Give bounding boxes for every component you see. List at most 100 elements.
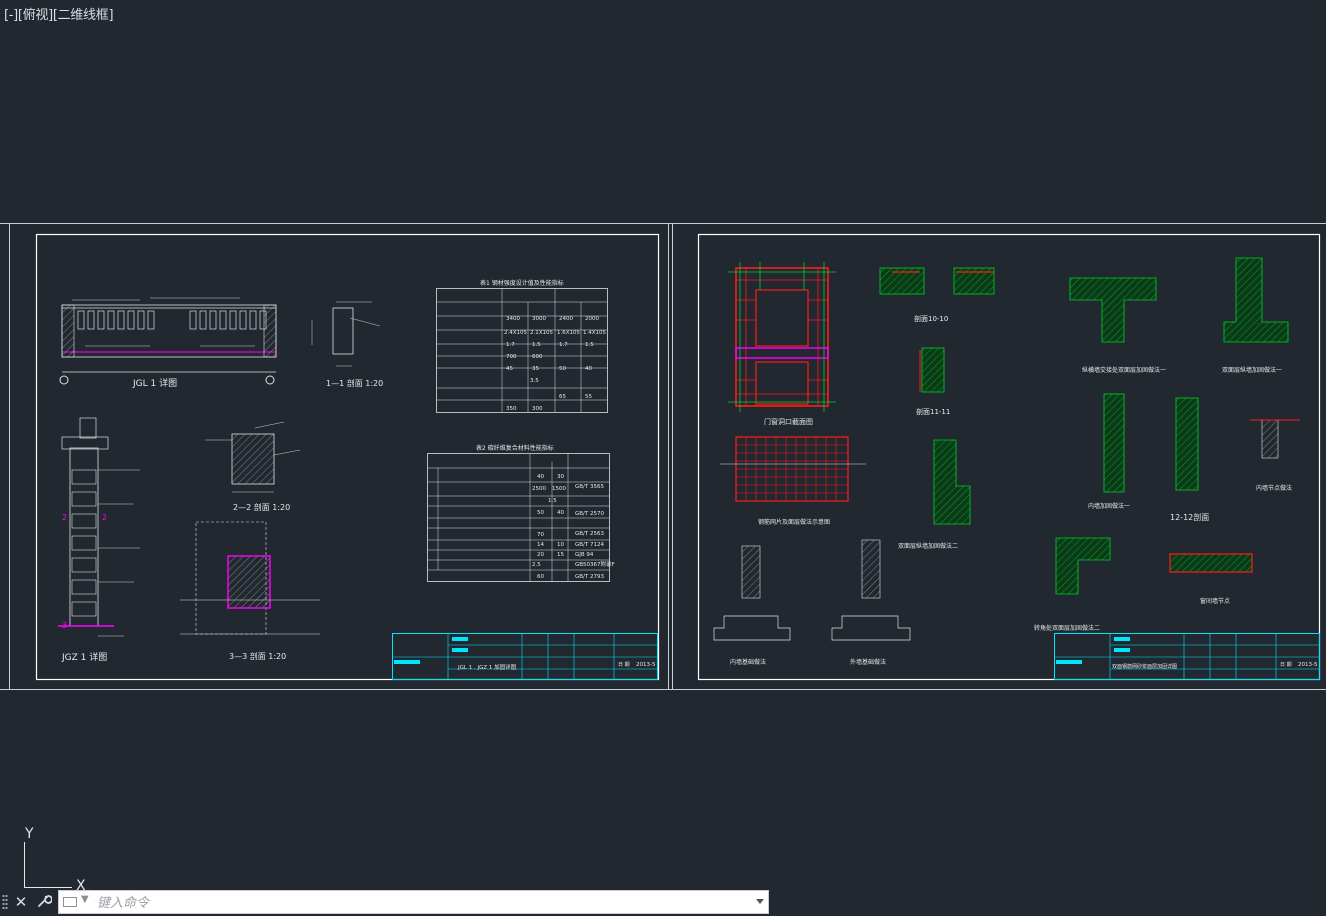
command-history-toggle[interactable]: [756, 899, 764, 904]
svg-text:1.7: 1.7: [559, 342, 568, 348]
outer-wall-foundation: 外墙基础做法: [831, 539, 911, 666]
svg-text:20: 20: [537, 552, 544, 558]
jgz1-detail: 2 2 3 JGZ 1 详图: [58, 417, 140, 663]
table-1: 表1 钢材强度设计值及性能指标 3400 3000 2400 2000 2.4X105…: [436, 279, 608, 413]
table-2-title: 表2 碳纤维复合材料性能指标: [476, 444, 554, 452]
svg-text:GB/T 2570: GB/T 2570: [575, 511, 604, 517]
svg-text:GB/T 3565: GB/T 3565: [575, 484, 604, 490]
svg-text:1.5: 1.5: [532, 342, 541, 348]
svg-text:GB/T 2793: GB/T 2793: [575, 574, 604, 580]
section-12-12: 12-12剖面: [1170, 397, 1209, 522]
svg-text:GB/T 7124: GB/T 7124: [575, 542, 604, 548]
wall-node-detail: 内墙节点做法: [1250, 419, 1300, 492]
svg-text:45: 45: [506, 366, 513, 372]
inner-wall-foundation-title: 内墙基础做法: [730, 658, 766, 666]
window-wall-node-title: 窗间墙节点: [1200, 597, 1230, 605]
title-block-1-drawing-name: JGL 1 . JGZ 1 加固详图: [457, 663, 517, 671]
svg-text:30: 30: [557, 474, 564, 480]
svg-text:GJB 94: GJB 94: [575, 552, 594, 558]
model-space-drawing[interactable]: JGL 1 详图 1—1 剖面 1:20 2 2 3 JGZ 1 详图 2—2 …: [0, 0, 1326, 916]
section-11-11-title: 剖面11-11: [916, 407, 950, 416]
mesh-panel-detail: 钢筋网片及面层做法示意图: [720, 436, 866, 526]
mesh-panel-title: 钢筋网片及面层做法示意图: [758, 518, 830, 526]
svg-text:1.7: 1.7: [506, 342, 515, 348]
svg-text:1.5: 1.5: [585, 342, 594, 348]
t-junction-1-title: 纵横墙交接处双面层加固做法一: [1082, 366, 1166, 374]
title-block-1-date-label: 日 期: [618, 662, 630, 668]
t-junction-2-title: 双面层纵墙加固做法一: [1222, 366, 1282, 374]
section-2-2: 2—2 剖面 1:20: [205, 421, 301, 512]
svg-text:3400: 3400: [506, 316, 520, 322]
svg-text:55: 55: [585, 394, 592, 400]
title-block-2: 双面钢筋网砂浆面层加固详图 日 期 2013-5: [1054, 633, 1320, 680]
command-prompt-icon[interactable]: [63, 897, 77, 907]
inner-wall-vertical-title: 内墙加固做法一: [1088, 502, 1130, 510]
double-layer-method-2: 双面层纵墙加固做法二: [898, 439, 971, 550]
close-icon[interactable]: ✕: [11, 892, 31, 912]
svg-text:14: 14: [537, 542, 544, 548]
sheet-1-frame: [35, 233, 660, 681]
svg-text:2000: 2000: [585, 316, 599, 322]
corner-detail: 转角处双面层加固做法二: [1034, 537, 1111, 632]
door-opening-detail: 门窗洞口截面图: [728, 262, 836, 426]
section-10-10: 剖面10-10: [879, 267, 995, 323]
outer-wall-foundation-title: 外墙基础做法: [850, 658, 886, 666]
svg-text:3.5: 3.5: [530, 378, 539, 384]
table-2: 表2 碳纤维复合材料性能指标 40 30 GB/T 3565 2500 1500 1.…: [427, 444, 615, 582]
corner-detail-title: 转角处双面层加固做法二: [1034, 624, 1100, 632]
svg-text:40: 40: [585, 366, 592, 372]
wall-node-title: 内墙节点做法: [1256, 484, 1292, 492]
svg-text:65: 65: [559, 394, 566, 400]
svg-text:700: 700: [506, 354, 517, 360]
section-1-1-title: 1—1 剖面 1:20: [326, 378, 383, 388]
wrench-icon[interactable]: [34, 892, 54, 912]
command-line-bar: ✕ ▼: [0, 888, 770, 916]
jgl1-detail: JGL 1 详图: [59, 297, 277, 389]
section-1-1: 1—1 剖面 1:20: [311, 301, 383, 388]
title-block-2-drawing-name: 双面钢筋网砂浆面层加固详图: [1112, 663, 1177, 670]
svg-text:70: 70: [537, 532, 544, 538]
t-junction-detail-1: 纵横墙交接处双面层加固做法一: [1069, 277, 1166, 374]
title-block-1: JGL 1 . JGZ 1 加固详图 日 期 2013-5: [392, 633, 658, 680]
sheet-1: JGL 1 详图 1—1 剖面 1:20 2 2 3 JGZ 1 详图 2—2 …: [35, 233, 660, 681]
svg-text:1.4X105: 1.4X105: [583, 330, 607, 336]
ucs-icon: Y X: [24, 826, 86, 894]
command-input-box[interactable]: ▼: [58, 890, 769, 914]
svg-text:600: 600: [532, 354, 543, 360]
window-wall-node: 窗间墙节点: [1169, 553, 1253, 605]
svg-text:15: 15: [557, 552, 564, 558]
svg-text:60: 60: [537, 574, 544, 580]
section-11-11: 剖面11-11: [916, 347, 950, 416]
title-block-2-date: 2013-5: [1298, 662, 1318, 668]
svg-text:2: 2: [102, 513, 107, 522]
section-10-10-title: 剖面10-10: [914, 314, 948, 323]
command-input[interactable]: [95, 893, 739, 913]
svg-text:2500: 2500: [532, 486, 546, 492]
svg-text:2400: 2400: [559, 316, 573, 322]
jgz1-title: JGZ 1 详图: [61, 651, 107, 663]
svg-text:40: 40: [557, 510, 564, 516]
svg-text:1.5: 1.5: [548, 498, 557, 504]
section-3-3: 3—3 剖面 1:20: [180, 521, 320, 661]
svg-text:2: 2: [62, 513, 67, 522]
svg-text:1500: 1500: [552, 486, 566, 492]
svg-text:2.5: 2.5: [532, 562, 541, 568]
svg-text:35: 35: [532, 366, 539, 372]
section-3-3-title: 3—3 剖面 1:20: [229, 651, 286, 661]
section-2-2-title: 2—2 剖面 1:20: [233, 502, 290, 512]
door-opening-title: 门窗洞口截面图: [764, 417, 813, 426]
table-1-title: 表1 钢材强度设计值及性能指标: [480, 279, 564, 287]
svg-text:350: 350: [506, 406, 517, 412]
sheet-2: 门窗洞口截面图 钢筋网片及面层做法示意图 剖面10-10 剖面11-11 纵横墙…: [697, 233, 1321, 681]
chevron-down-icon[interactable]: ▼: [81, 894, 89, 905]
svg-text:50: 50: [559, 366, 566, 372]
svg-text:3: 3: [62, 621, 67, 630]
svg-text:1.6X105: 1.6X105: [557, 330, 581, 336]
command-line-grip[interactable]: [2, 894, 8, 910]
t-junction-detail-2: 双面层纵墙加固做法一: [1222, 257, 1289, 374]
jgl1-title: JGL 1 详图: [132, 377, 177, 389]
title-block-2-date-label: 日 期: [1280, 662, 1292, 668]
svg-text:300: 300: [532, 406, 543, 412]
svg-text:50: 50: [537, 510, 544, 516]
svg-text:3000: 3000: [532, 316, 546, 322]
